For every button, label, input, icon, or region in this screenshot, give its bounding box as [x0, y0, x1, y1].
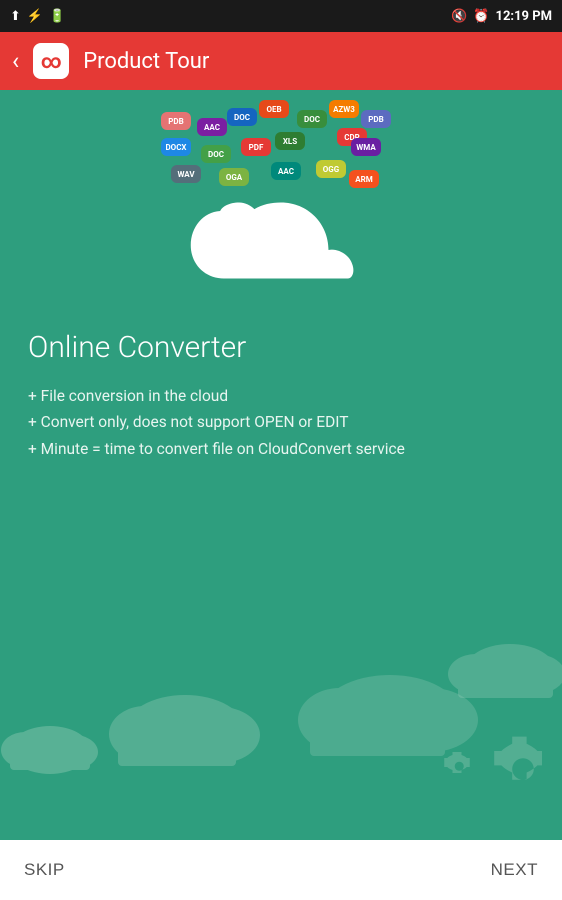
mute-icon: 🔇	[451, 9, 467, 24]
file-format-badge: AAC	[197, 118, 227, 136]
file-format-badge: PDF	[241, 138, 271, 156]
main-content: PDBAACDOCOEBDOCAZW3PDBDOCXCDRDOCPDFXLSWM…	[0, 90, 562, 840]
file-format-badge: OGA	[219, 168, 249, 186]
usb-icon: ⬆	[10, 9, 21, 24]
feature-list: + File conversion in the cloud+ Convert …	[28, 383, 534, 462]
feature-item: + Minute = time to convert file on Cloud…	[28, 436, 534, 462]
status-bar: ⬆ ⚡ 🔋 🔇 ⏰ 12:19 PM	[0, 0, 562, 32]
file-format-badge: WAV	[171, 165, 201, 183]
app-logo: ∞	[33, 43, 69, 79]
file-format-badge: DOC	[297, 110, 327, 128]
alarm-icon: ⏰	[473, 9, 489, 24]
next-button[interactable]: NEXT	[491, 860, 538, 880]
battery-charging-icon: ⚡	[27, 9, 43, 24]
file-format-badge: DOC	[201, 145, 231, 163]
file-format-badge: OGG	[316, 160, 346, 178]
status-left-icons: ⬆ ⚡ 🔋	[10, 9, 65, 24]
bottom-bar: SKIP NEXT	[0, 840, 562, 900]
file-format-badge: PDB	[161, 112, 191, 130]
app-bar: ‹ ∞ Product Tour	[0, 32, 562, 90]
feature-item: + File conversion in the cloud	[28, 383, 534, 409]
back-button[interactable]: ‹	[12, 47, 19, 75]
gear-icons	[422, 696, 542, 800]
section-title: Online Converter	[28, 330, 534, 365]
skip-button[interactable]: SKIP	[24, 860, 65, 880]
file-format-badge: AZW3	[329, 100, 359, 118]
text-content: Online Converter + File conversion in th…	[0, 310, 562, 482]
status-right-info: 🔇 ⏰ 12:19 PM	[451, 9, 552, 24]
cloud-shape	[186, 200, 376, 300]
file-format-badge: OEB	[259, 100, 289, 118]
status-time: 12:19 PM	[496, 9, 553, 24]
app-bar-title: Product Tour	[83, 49, 209, 74]
cloud-illustration: PDBAACDOCOEBDOCAZW3PDBDOCXCDRDOCPDFXLSWM…	[0, 90, 562, 310]
file-format-badge: DOC	[227, 108, 257, 126]
battery-icon: 🔋	[49, 9, 65, 24]
file-format-badge: DOCX	[161, 138, 191, 156]
file-format-badge: PDB	[361, 110, 391, 128]
feature-item: + Convert only, does not support OPEN or…	[28, 409, 534, 435]
file-format-badge: AAC	[271, 162, 301, 180]
file-format-badge: XLS	[275, 132, 305, 150]
file-format-badge: ARM	[349, 170, 379, 188]
file-format-badge: WMA	[351, 138, 381, 156]
